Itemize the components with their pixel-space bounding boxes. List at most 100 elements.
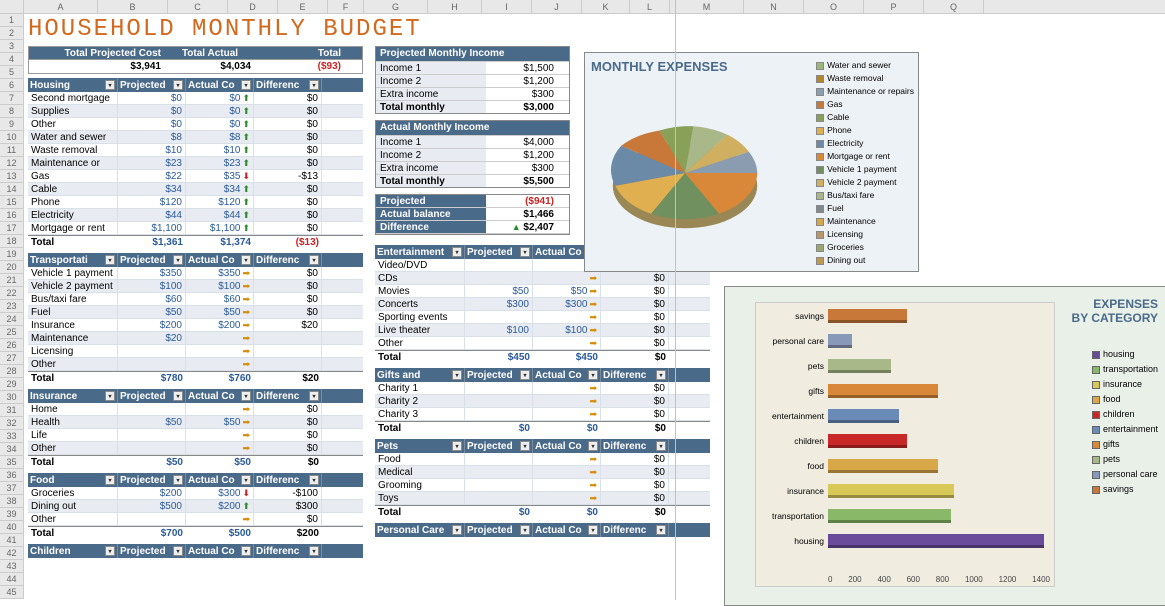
filter-icon[interactable]: ▾ xyxy=(173,391,183,401)
table-row[interactable]: Live theater$100$100➡$0 xyxy=(375,324,710,337)
table-row[interactable]: Charity 3➡$0 xyxy=(375,408,710,421)
legend-item: Electricity xyxy=(816,137,914,150)
table-row[interactable]: Second mortgage$0$0⬆$0 xyxy=(28,92,363,105)
table-row[interactable]: Home➡$0 xyxy=(28,403,363,416)
table-row[interactable]: Charity 1➡$0 xyxy=(375,382,710,395)
filter-icon[interactable]: ▾ xyxy=(309,546,319,556)
gridline xyxy=(675,0,676,600)
legend-item: Vehicle 1 payment xyxy=(816,163,914,176)
legend-item: entertainment xyxy=(1092,422,1158,437)
section-total: Total$450$450$0 xyxy=(375,350,710,364)
table-row[interactable]: Supplies$0$0⬆$0 xyxy=(28,105,363,118)
income-row: Income 1$1,500 xyxy=(376,61,569,74)
table-row[interactable]: Dining out$500$200⬆$300 xyxy=(28,500,363,513)
section-food: Food▾Projected▾Actual Co▾Differenc▾Groce… xyxy=(28,473,363,540)
table-row[interactable]: Insurance$200$200➡$20 xyxy=(28,319,363,332)
filter-icon[interactable]: ▾ xyxy=(173,255,183,265)
table-row[interactable]: Movies$50$50➡$0 xyxy=(375,285,710,298)
filter-icon[interactable]: ▾ xyxy=(588,525,598,535)
table-row[interactable]: Other➡$0 xyxy=(28,513,363,526)
table-row[interactable]: CDs➡$0 xyxy=(375,272,710,285)
legend-item: Water and sewer xyxy=(816,59,914,72)
section-total: Total$0$0$0 xyxy=(375,505,710,519)
income-row: Extra income$300 xyxy=(376,87,569,100)
table-row[interactable]: Vehicle 2 payment$100$100➡$0 xyxy=(28,280,363,293)
filter-icon[interactable]: ▾ xyxy=(452,525,462,535)
filter-icon[interactable]: ▾ xyxy=(520,441,530,451)
table-row[interactable]: Medical➡$0 xyxy=(375,466,710,479)
filter-icon[interactable]: ▾ xyxy=(656,370,666,380)
filter-icon[interactable]: ▾ xyxy=(241,475,251,485)
filter-icon[interactable]: ▾ xyxy=(309,255,319,265)
table-row[interactable]: Bus/taxi fare$60$60➡$0 xyxy=(28,293,363,306)
table-row[interactable]: Other➡$0 xyxy=(28,442,363,455)
table-row[interactable]: Vehicle 1 payment$350$350➡$0 xyxy=(28,267,363,280)
filter-icon[interactable]: ▾ xyxy=(309,391,319,401)
table-row[interactable]: Electricity$44$44⬆$0 xyxy=(28,209,363,222)
filter-icon[interactable]: ▾ xyxy=(241,391,251,401)
table-row[interactable]: Health$50$50➡$0 xyxy=(28,416,363,429)
table-row[interactable]: Gas$22$35⬇-$13 xyxy=(28,170,363,183)
filter-icon[interactable]: ▾ xyxy=(105,391,115,401)
table-row[interactable]: Waste removal$10$10⬆$0 xyxy=(28,144,363,157)
table-row[interactable]: Mortgage or rent$1,100$1,100⬆$0 xyxy=(28,222,363,235)
filter-icon[interactable]: ▾ xyxy=(241,255,251,265)
filter-icon[interactable]: ▾ xyxy=(452,247,462,257)
filter-icon[interactable]: ▾ xyxy=(520,247,530,257)
filter-icon[interactable]: ▾ xyxy=(105,475,115,485)
income-row: Income 2$1,200 xyxy=(376,148,569,161)
table-row[interactable]: Other➡ xyxy=(28,358,363,371)
filter-icon[interactable]: ▾ xyxy=(520,525,530,535)
filter-icon[interactable]: ▾ xyxy=(656,525,666,535)
filter-icon[interactable]: ▾ xyxy=(241,546,251,556)
table-row[interactable]: Life➡$0 xyxy=(28,429,363,442)
filter-icon[interactable]: ▾ xyxy=(656,441,666,451)
table-row[interactable]: Fuel$50$50➡$0 xyxy=(28,306,363,319)
filter-icon[interactable]: ▾ xyxy=(452,370,462,380)
filter-icon[interactable]: ▾ xyxy=(452,441,462,451)
table-row[interactable]: Groceries$200$300⬇-$100 xyxy=(28,487,363,500)
table-row[interactable]: Other$0$0⬆$0 xyxy=(28,118,363,131)
table-row[interactable]: Concerts$300$300➡$0 xyxy=(375,298,710,311)
table-row[interactable]: Maintenance$20➡ xyxy=(28,332,363,345)
section-pets: Pets▾Projected▾Actual Co▾Differenc▾Food➡… xyxy=(375,439,710,519)
table-row[interactable]: Other➡$0 xyxy=(375,337,710,350)
filter-icon[interactable]: ▾ xyxy=(173,546,183,556)
filter-icon[interactable]: ▾ xyxy=(588,441,598,451)
filter-icon[interactable]: ▾ xyxy=(173,475,183,485)
legend-item: Cable xyxy=(816,111,914,124)
table-row[interactable]: Sporting events➡$0 xyxy=(375,311,710,324)
column-headers: ABCDEFGHIJKLMNOPQ xyxy=(0,0,1165,14)
section-total: Total$50$50$0 xyxy=(28,455,363,469)
filter-icon[interactable]: ▾ xyxy=(588,370,598,380)
filter-icon[interactable]: ▾ xyxy=(309,475,319,485)
section-header: Food▾Projected▾Actual Co▾Differenc▾ xyxy=(28,473,363,487)
table-row[interactable]: Food➡$0 xyxy=(375,453,710,466)
filter-icon[interactable]: ▾ xyxy=(173,80,183,90)
filter-icon[interactable]: ▾ xyxy=(309,80,319,90)
bar-row: housing xyxy=(756,528,1054,553)
table-row[interactable]: Phone$120$120⬆$0 xyxy=(28,196,363,209)
filter-icon[interactable]: ▾ xyxy=(105,255,115,265)
section-header: Insurance▾Projected▾Actual Co▾Differenc▾ xyxy=(28,389,363,403)
filter-icon[interactable]: ▾ xyxy=(105,546,115,556)
table-row[interactable]: Licensing➡ xyxy=(28,345,363,358)
table-row[interactable]: Charity 2➡$0 xyxy=(375,395,710,408)
filter-icon[interactable]: ▾ xyxy=(520,370,530,380)
table-row[interactable]: Water and sewer$8$8⬆$0 xyxy=(28,131,363,144)
filter-icon[interactable]: ▾ xyxy=(105,80,115,90)
section-header: Pets▾Projected▾Actual Co▾Differenc▾ xyxy=(375,439,710,453)
filter-icon[interactable]: ▾ xyxy=(241,80,251,90)
table-row[interactable]: Grooming➡$0 xyxy=(375,479,710,492)
bar-row: entertainment xyxy=(756,403,1054,428)
table-row[interactable]: Toys➡$0 xyxy=(375,492,710,505)
section-header: Children▾Projected▾Actual Co▾Differenc▾ xyxy=(28,544,363,558)
income-row: Total monthly$3,000 xyxy=(376,100,569,113)
section-total: Total$0$0$0 xyxy=(375,421,710,435)
legend-item: children xyxy=(1092,407,1158,422)
table-row[interactable]: Cable$34$34⬆$0 xyxy=(28,183,363,196)
bar-chart: EXPENSESBY CATEGORY savingspersonal care… xyxy=(724,286,1165,606)
legend-item: Dining out xyxy=(816,254,914,267)
table-row[interactable]: Maintenance or$23$23⬆$0 xyxy=(28,157,363,170)
section-transportati: Transportati▾Projected▾Actual Co▾Differe… xyxy=(28,253,363,385)
